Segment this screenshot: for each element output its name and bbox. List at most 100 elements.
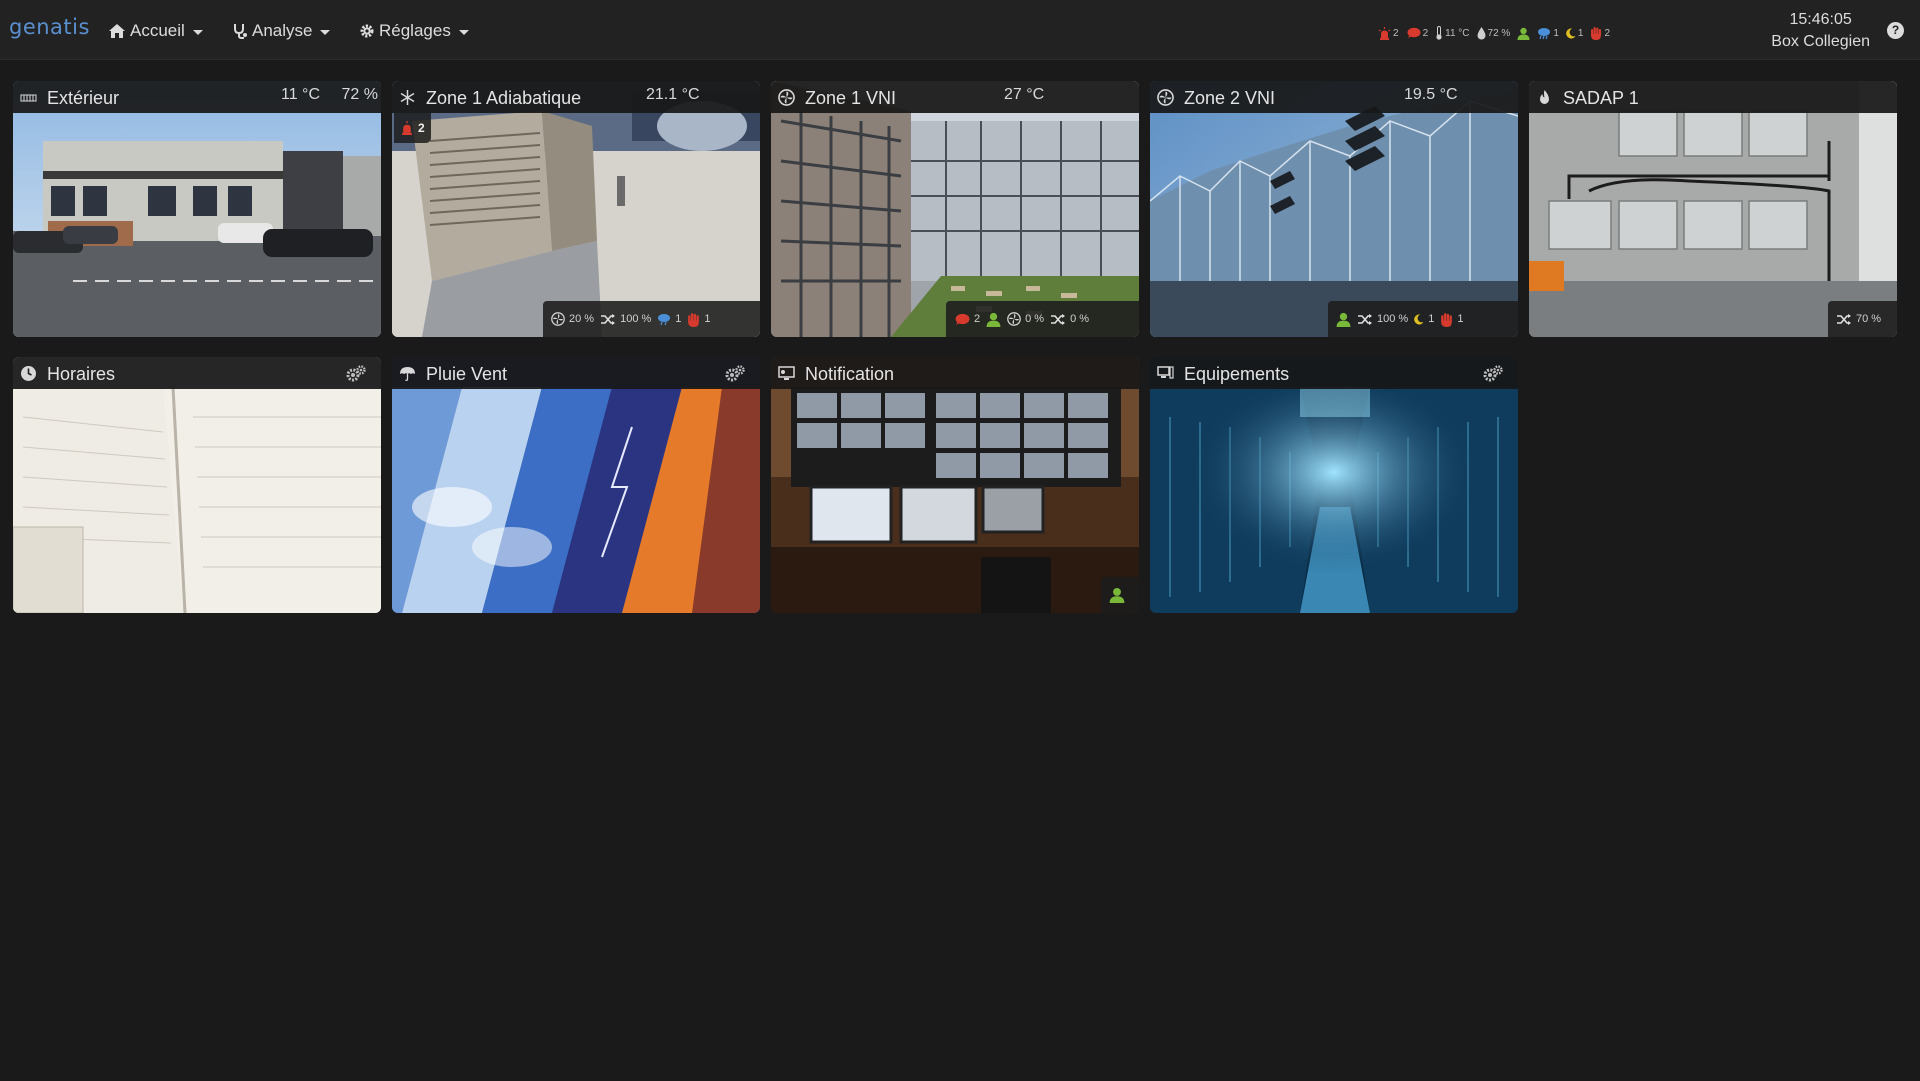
badge-mix-value: 100 % <box>1377 313 1409 325</box>
moon-icon <box>1414 313 1424 324</box>
status-rain-count: 1 <box>1553 27 1559 39</box>
badge-stop: 1 <box>1440 312 1463 327</box>
tile-zone1-vni[interactable]: Zone 1 VNI 27 °C 2 0 % 0 % <box>771 81 1139 337</box>
tile-status-badges: 2 0 % 0 % <box>946 301 1139 337</box>
tile-status-badges: 100 % 1 1 <box>1328 301 1518 337</box>
box-name: Box Collegien <box>1771 33 1870 50</box>
user-icon <box>1109 587 1125 603</box>
tile-pluie-vent[interactable]: Pluie Vent <box>392 357 760 613</box>
tile-exterieur[interactable]: Extérieur 11 °C 72 % <box>13 81 381 337</box>
tile-header: Zone 1 Adiabatique 21.1 °C <box>392 81 760 113</box>
tile-sadap1[interactable]: SADAP 1 70 % <box>1529 81 1897 337</box>
tile-title: Zone 1 VNI <box>805 88 897 108</box>
status-rain[interactable]: 1 <box>1537 27 1559 40</box>
user-icon <box>986 312 1001 327</box>
badge-presence <box>1336 312 1351 327</box>
badge-mix: 0 % <box>1050 313 1089 326</box>
tile-header: Horaires <box>13 357 381 389</box>
status-humidity: 72 % <box>1477 26 1511 40</box>
tile-zone2-vni[interactable]: Zone 2 VNI 19.5 °C 100 % 1 1 <box>1150 81 1518 337</box>
brand-logo[interactable]: genatis <box>9 15 90 39</box>
stethoscope-icon <box>234 24 247 39</box>
snowflake-icon <box>400 90 415 105</box>
badge-mix: 100 % <box>1357 313 1408 326</box>
tile-zone1-adiabatique[interactable]: Zone 1 Adiabatique 21.1 °C 2 20 % 100 % … <box>392 81 760 337</box>
tile-temperature: 27 °C <box>1004 86 1045 103</box>
computer-icon <box>1157 366 1174 379</box>
menu-home[interactable]: Accueil <box>108 21 203 41</box>
tile-title: Zone 1 Adiabatique <box>426 88 582 108</box>
badge-mix-value: 70 % <box>1856 313 1882 325</box>
fan-icon <box>1007 312 1021 326</box>
status-presence[interactable] <box>1517 27 1530 40</box>
gears-icon[interactable] <box>1482 365 1504 383</box>
tile-equipements[interactable]: Equipements <box>1150 357 1518 613</box>
badge-fan-value: 20 % <box>569 313 595 325</box>
stop-hand-icon <box>688 312 700 327</box>
flame-icon <box>1540 90 1549 104</box>
gear-icon <box>360 24 374 38</box>
status-moon[interactable]: 1 <box>1566 27 1584 39</box>
tile-image-server-room <box>1150 357 1518 613</box>
menu-home-label: Accueil <box>130 21 185 40</box>
user-icon <box>1517 27 1530 40</box>
moon-icon <box>1566 27 1576 38</box>
menu-analyse[interactable]: Analyse <box>232 21 331 41</box>
badge-fan: 0 % <box>1007 312 1044 326</box>
tile-humidity: 72 % <box>341 86 378 103</box>
alarm-light-icon <box>402 121 412 135</box>
tile-temperature: 19.5 °C <box>1404 86 1458 103</box>
shuffle-icon <box>1358 313 1372 325</box>
help-button[interactable]: ? <box>1887 22 1904 39</box>
tile-title: Zone 2 VNI <box>1184 88 1276 108</box>
tile-header: Pluie Vent <box>392 357 760 389</box>
badge-mix-value: 0 % <box>1070 313 1090 325</box>
status-stop[interactable]: 2 <box>1590 26 1610 40</box>
status-temperature-value: 11 °C <box>1445 27 1470 39</box>
chevron-down-icon <box>192 29 203 35</box>
umbrella-icon <box>400 367 415 381</box>
rain-cloud-icon <box>658 313 671 325</box>
status-alarm[interactable]: 2 <box>1378 26 1399 40</box>
fan-icon <box>778 89 795 106</box>
comment-icon <box>955 313 970 325</box>
gears-icon[interactable] <box>724 365 746 383</box>
status-moon-count: 1 <box>1577 27 1584 39</box>
menu-settings-label: Réglages <box>379 21 451 40</box>
tile-alarm-count: 2 <box>418 121 425 135</box>
fan-icon <box>1157 89 1174 106</box>
status-temperature: 11 °C <box>1435 26 1470 40</box>
radiator-icon <box>20 94 37 102</box>
chevron-down-icon <box>458 29 469 35</box>
shuffle-icon <box>1051 313 1066 325</box>
clock: 15:46:05 Box Collegien <box>1771 9 1870 53</box>
tile-header: Zone 1 VNI 27 °C <box>771 81 1139 113</box>
tile-title: Horaires <box>47 364 116 384</box>
tile-status-badges <box>1101 577 1139 613</box>
tile-alarm-badge[interactable]: 2 <box>394 113 431 143</box>
rain-cloud-icon <box>1538 27 1551 39</box>
badge-stop-value: 1 <box>704 313 711 325</box>
status-strip: 2 2 11 °C 72 % 1 1 2 <box>1378 25 1613 41</box>
status-comment[interactable]: 2 <box>1406 27 1428 39</box>
tile-title: SADAP 1 <box>1563 88 1639 108</box>
badge-stop: 1 <box>687 312 711 327</box>
menu-analyse-label: Analyse <box>252 21 313 40</box>
tile-header: Notification <box>771 357 1139 389</box>
badge-moon: 1 <box>1414 313 1434 325</box>
tile-image-courtyard <box>771 81 1139 337</box>
badge-rain-value: 1 <box>675 313 682 325</box>
menu-settings[interactable]: Réglages <box>359 21 469 41</box>
tile-status-badges: 70 % <box>1828 301 1897 337</box>
monitor-user-icon <box>778 366 795 380</box>
tile-title: Pluie Vent <box>426 364 508 384</box>
tile-horaires[interactable]: Horaires <box>13 357 381 613</box>
tile-title: Notification <box>805 364 895 384</box>
status-humidity-value: 72 % <box>1487 27 1511 39</box>
alarm-light-icon <box>1378 26 1391 40</box>
badge-moon-value: 1 <box>1428 313 1435 325</box>
gears-icon[interactable] <box>345 365 367 383</box>
tile-notification[interactable]: Notification <box>771 357 1139 613</box>
badge-presence <box>986 312 1001 327</box>
badge-fan-value: 0 % <box>1025 313 1045 325</box>
